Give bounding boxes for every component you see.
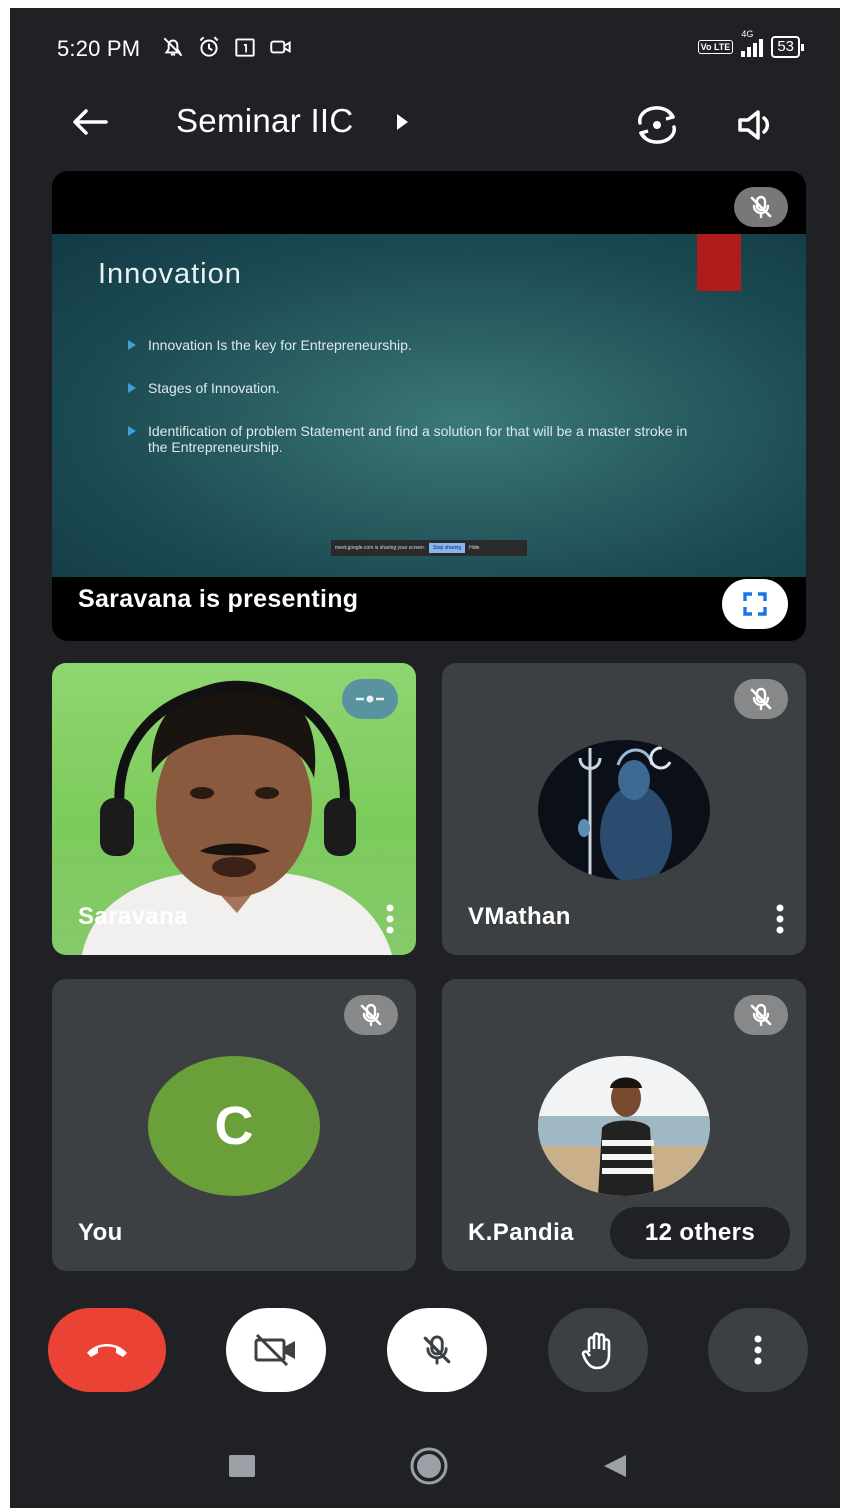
status-system-icons: Vo LTE 4G 53 [697, 29, 804, 58]
notifications-off-icon [163, 37, 183, 57]
back-nav-button[interactable] [600, 1446, 630, 1486]
calendar-icon [235, 38, 255, 57]
avatar-initial: C [214, 1096, 254, 1156]
home-icon [410, 1447, 448, 1485]
muted-badge [734, 679, 788, 719]
others-count-button[interactable]: 12 others [610, 1207, 790, 1259]
fullscreen-icon [743, 592, 767, 616]
signal-icon: 4G [741, 29, 764, 57]
muted-badge [734, 995, 788, 1035]
system-navigation-bar [10, 1418, 840, 1508]
meeting-title[interactable]: Seminar IIC [176, 102, 354, 140]
audio-level-icon [356, 695, 384, 703]
status-notification-icons [160, 34, 294, 60]
participant-avatar [538, 740, 710, 880]
alarm-icon [199, 36, 219, 57]
end-call-icon [87, 1344, 127, 1357]
participant-tile-vmathan[interactable]: VMathan [442, 663, 806, 955]
meeting-header: Seminar IIC [10, 88, 840, 158]
camera-toggle-button[interactable] [226, 1308, 326, 1392]
shared-slide: Innovation Innovation Is the key for Ent… [52, 234, 806, 577]
participant-tile-saravana[interactable]: Saravana [52, 663, 416, 955]
volte-icon: Vo LTE [697, 40, 734, 54]
camera-off-icon [254, 1333, 295, 1367]
battery-icon: 53 [771, 36, 804, 58]
mic-off-icon [423, 1335, 451, 1365]
participant-name: Saravana [78, 903, 188, 930]
meet-screen: 5:20 PM Vo LTE 4G 53 Seminar IIC Innovat… [10, 8, 840, 1508]
mic-off-icon [750, 687, 772, 711]
participant-avatar [538, 1056, 710, 1196]
video-call-status-icon [270, 40, 291, 54]
participant-name: You [78, 1219, 123, 1246]
participant-name: K.Pandia [468, 1219, 574, 1246]
hide-label: Hide [469, 545, 480, 551]
speaking-indicator [342, 679, 398, 719]
participant-tile-kpandia[interactable]: K.Pandia 12 others [442, 979, 806, 1271]
participant-tile-you[interactable]: C You [52, 979, 416, 1271]
presenting-label: Saravana is presenting [78, 585, 359, 613]
share-bar-text: meet.google.com is sharing your screen. [335, 545, 426, 551]
slide-bullet: Identification of problem Statement and … [128, 423, 688, 455]
mic-off-icon [750, 195, 772, 219]
avatar-image [538, 1056, 710, 1196]
switch-camera-button[interactable] [632, 100, 682, 150]
fullscreen-button[interactable] [722, 579, 788, 629]
stop-sharing-label: Stop sharing [429, 543, 466, 553]
more-options-button[interactable] [708, 1308, 808, 1392]
participant-menu-button[interactable] [768, 899, 792, 939]
presentation-tile[interactable]: Innovation Innovation Is the key for Ent… [52, 171, 806, 641]
recents-button[interactable] [222, 1446, 262, 1486]
status-time: 5:20 PM [57, 36, 141, 61]
slide-bullet: Innovation Is the key for Entrepreneursh… [128, 337, 688, 353]
mic-toggle-button[interactable] [387, 1308, 487, 1392]
raise-hand-icon [581, 1332, 611, 1370]
slide-title: Innovation [98, 258, 242, 290]
arrow-back-icon [73, 109, 108, 135]
raise-hand-button[interactable] [548, 1308, 648, 1392]
muted-badge [344, 995, 398, 1035]
more-vert-icon [776, 904, 784, 934]
more-vert-icon [754, 1335, 762, 1365]
mic-off-icon [750, 1003, 772, 1027]
back-triangle-icon [604, 1455, 626, 1477]
call-controls [10, 1300, 840, 1400]
recents-icon [229, 1455, 255, 1477]
mic-off-icon [360, 1003, 382, 1027]
status-bar: 5:20 PM Vo LTE 4G 53 [10, 8, 840, 88]
more-vert-icon [386, 904, 394, 934]
participant-name: VMathan [468, 903, 571, 930]
speaker-icon [738, 110, 770, 140]
network-type: 4G [741, 29, 754, 39]
presentation-muted-badge [734, 187, 788, 227]
slide-bullet: Stages of Innovation. [128, 380, 688, 396]
caret-right-icon[interactable] [392, 110, 412, 134]
screen-share-bar: meet.google.com is sharing your screen. … [331, 540, 527, 556]
avatar-image [578, 746, 672, 880]
slide-bullet-list: Innovation Is the key for Entrepreneursh… [128, 337, 688, 482]
end-call-button[interactable] [48, 1308, 166, 1392]
back-button[interactable] [68, 100, 112, 144]
slide-accent-block [697, 234, 741, 291]
speaker-button[interactable] [732, 100, 782, 150]
switch-camera-icon [638, 106, 676, 144]
initial-avatar: C [148, 1056, 320, 1196]
participant-menu-button[interactable] [378, 899, 402, 939]
home-button[interactable] [408, 1446, 450, 1486]
